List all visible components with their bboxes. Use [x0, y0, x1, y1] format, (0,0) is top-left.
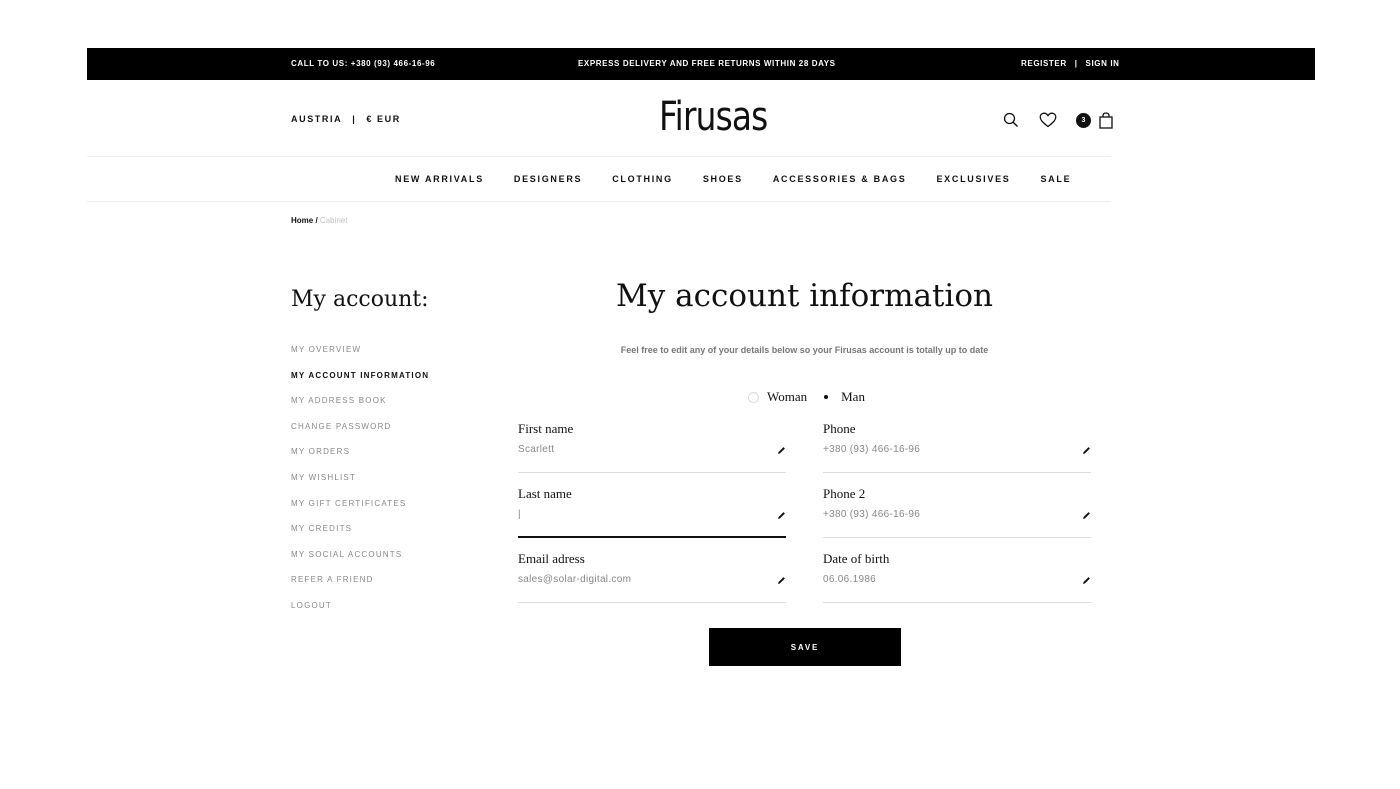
header-icons: 3 [1001, 110, 1116, 130]
breadcrumb-current: Cabinet [319, 216, 348, 225]
nav-item-sale[interactable]: SALE [1040, 174, 1071, 184]
gender-woman-label: Woman [767, 389, 808, 404]
heart-icon[interactable] [1038, 110, 1058, 130]
last-name-input[interactable] [518, 509, 763, 520]
currency-label[interactable]: € EUR [366, 114, 401, 124]
phone-input[interactable] [823, 444, 1068, 455]
sidebar-item-my-wishlist[interactable]: MY WISHLIST [291, 473, 429, 499]
sidebar-item-my-overview[interactable]: MY OVERVIEW [291, 345, 429, 371]
pencil-icon[interactable] [1082, 511, 1091, 520]
pencil-icon[interactable] [777, 511, 786, 520]
nav-item-designers[interactable]: DESIGNERS [514, 174, 582, 184]
pencil-icon[interactable] [777, 576, 786, 585]
nav-item-exclusives[interactable]: EXCLUSIVES [936, 174, 1010, 184]
last-name-field: Last name [518, 486, 786, 538]
phone-field: Phone [823, 421, 1091, 473]
page-subtitle: Feel free to edit any of your details be… [620, 345, 989, 355]
sidebar-item-my-gift-certificates[interactable]: MY GIFT CERTIFICATES [291, 499, 429, 525]
express-delivery-text: EXPRESS DELIVERY AND FREE RETURNS WITHIN… [578, 59, 836, 68]
email-input[interactable] [518, 574, 763, 585]
search-icon[interactable] [1001, 110, 1021, 130]
breadcrumb-home[interactable]: Home / [291, 216, 318, 225]
gender-radio-man[interactable]: Man [820, 389, 865, 405]
top-announcement-bar: CALL TO US: +380 (93) 466-16-96 EXPRESS … [87, 48, 1315, 80]
date-of-birth-label: Date of birth [823, 551, 890, 566]
gender-man-label: Man [841, 389, 865, 404]
nav-item-accessories-bags[interactable]: ACCESSORIES & BAGS [773, 174, 907, 184]
pencil-icon[interactable] [777, 446, 786, 455]
sidebar-item-change-password[interactable]: CHANGE PASSWORD [291, 422, 429, 448]
site-logo[interactable]: Firusas [659, 94, 768, 140]
email-field: Email adress [518, 551, 786, 603]
bag-icon[interactable] [1096, 110, 1116, 130]
sidebar-title: My account: [291, 287, 429, 312]
call-us-text: CALL TO US: +380 (93) 466-16-96 [291, 59, 436, 68]
first-name-field: First name [518, 421, 786, 473]
phone-label: Phone [823, 421, 856, 436]
gender-radio-group: Woman Man [748, 389, 865, 405]
pencil-icon[interactable] [1082, 446, 1091, 455]
auth-links: REGISTER | SIGN IN [1021, 59, 1120, 68]
save-button[interactable]: SAVE [709, 628, 901, 666]
sidebar-item-my-address-book[interactable]: MY ADDRESS BOOK [291, 396, 429, 422]
region-selector[interactable]: AUSTRIA | € EUR [291, 114, 401, 124]
nav-item-clothing[interactable]: CLOTHING [612, 174, 673, 184]
phone-2-label: Phone 2 [823, 486, 866, 501]
sidebar-item-my-credits[interactable]: MY CREDITS [291, 524, 429, 550]
country-label[interactable]: AUSTRIA [291, 114, 342, 124]
radio-checked-icon[interactable] [820, 392, 831, 403]
register-link[interactable]: REGISTER [1021, 59, 1067, 68]
phone-2-field: Phone 2 [823, 486, 1091, 538]
breadcrumb: Home / Cabinet [291, 216, 347, 225]
sign-in-link[interactable]: SIGN IN [1086, 59, 1120, 68]
account-sidebar-menu: MY OVERVIEW MY ACCOUNT INFORMATION MY AD… [291, 345, 429, 627]
phone-2-input[interactable] [823, 509, 1068, 520]
nav-item-new-arrivals[interactable]: NEW ARRIVALS [395, 174, 484, 184]
pencil-icon[interactable] [1082, 576, 1091, 585]
main-navigation: NEW ARRIVALS DESIGNERS CLOTHING SHOES AC… [87, 157, 1111, 202]
sidebar-item-my-account-information[interactable]: MY ACCOUNT INFORMATION [291, 371, 429, 397]
email-label: Email adress [518, 551, 585, 566]
auth-separator: | [1074, 59, 1078, 68]
site-header: AUSTRIA | € EUR Firusas 3 [87, 80, 1113, 157]
radio-unchecked-icon[interactable] [748, 391, 759, 403]
cart-count-badge: 3 [1076, 112, 1091, 128]
sidebar-item-logout[interactable]: LOGOUT [291, 601, 429, 627]
first-name-input[interactable] [518, 444, 763, 455]
sidebar-item-my-orders[interactable]: MY ORDERS [291, 447, 429, 473]
last-name-label: Last name [518, 486, 572, 501]
gender-radio-woman[interactable]: Woman [748, 389, 807, 405]
sidebar-item-my-social-accounts[interactable]: MY SOCIAL ACCOUNTS [291, 550, 429, 576]
nav-item-shoes[interactable]: SHOES [703, 174, 743, 184]
page-title: My account information [616, 278, 993, 314]
date-of-birth-field: Date of birth [823, 551, 1091, 603]
region-separator: | [352, 114, 357, 124]
sidebar-item-refer-a-friend[interactable]: REFER A FRIEND [291, 575, 429, 601]
first-name-label: First name [518, 421, 574, 436]
date-of-birth-input[interactable] [823, 574, 1068, 585]
